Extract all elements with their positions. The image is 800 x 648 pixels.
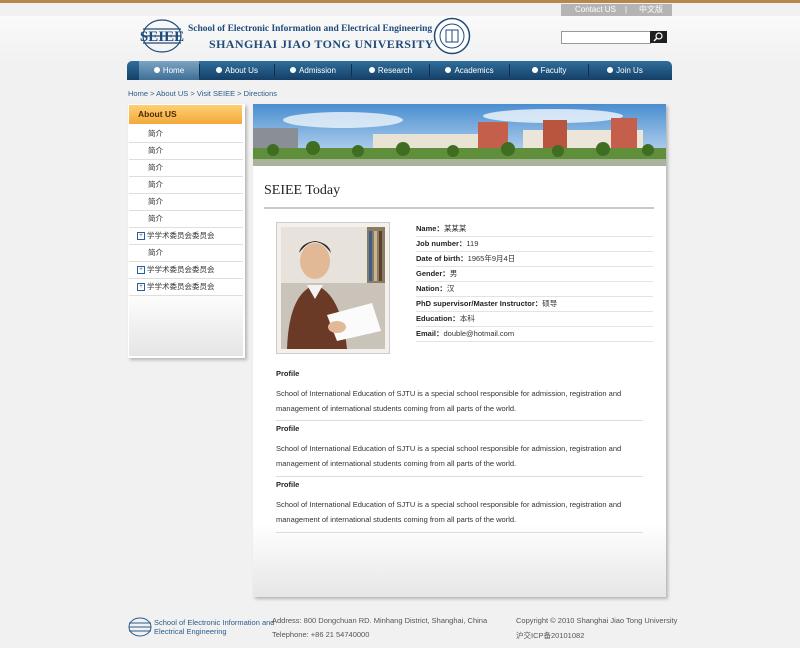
svg-text:SEIEE: SEIEE	[140, 29, 184, 45]
sidebar-item[interactable]: 简介	[129, 176, 243, 194]
search-icon	[653, 32, 663, 42]
search-input[interactable]	[561, 31, 651, 44]
footer-telephone: Telephone: +86 21 54740000	[272, 630, 370, 639]
expand-plus-icon[interactable]: +	[137, 266, 145, 274]
nav-research[interactable]: Research	[352, 61, 429, 80]
profile-text: School of International Education of SJT…	[276, 389, 622, 413]
breadcrumb: Home > About US > Visit SEIEE > Directio…	[128, 89, 277, 98]
bullet-icon	[531, 67, 538, 73]
bullet-icon	[445, 67, 452, 73]
info-row-date-of-birth: Date of birth：1965年9月4日	[416, 252, 653, 267]
language-link[interactable]: 中文版	[639, 4, 663, 16]
breadcrumb-about-us[interactable]: About US	[156, 89, 188, 98]
university-seal-icon	[433, 17, 471, 55]
profile-heading: Profile	[276, 480, 300, 489]
profile-divider	[276, 532, 643, 533]
bullet-icon	[290, 67, 297, 73]
breadcrumb-visit-seiee[interactable]: Visit SEIEE	[197, 89, 235, 98]
sidebar-title: About US	[129, 105, 242, 124]
breadcrumb-separator: >	[150, 89, 155, 98]
search-button[interactable]	[650, 31, 667, 43]
breadcrumb-separator: >	[237, 89, 242, 98]
person-portrait-icon	[281, 227, 385, 349]
footer-school-name: School of Electronic Information and Ele…	[154, 618, 275, 636]
info-row-nation: Nation：汉	[416, 282, 653, 297]
profile-divider	[276, 476, 643, 477]
footer-address: Address: 800 Dongchuan RD. Minhang Distr…	[272, 616, 488, 625]
main-content: SEIEE Today Name：某某某 Job number：119 Date…	[253, 104, 666, 597]
nav-join-us[interactable]: Join Us	[589, 61, 661, 80]
breadcrumb-home[interactable]: Home	[128, 89, 148, 98]
info-row-education: Education：本科	[416, 312, 653, 327]
expand-plus-icon[interactable]: +	[137, 283, 145, 291]
nav-home[interactable]: Home	[139, 61, 199, 80]
school-name: School of Electronic Information and Ele…	[188, 24, 433, 34]
bullet-icon	[216, 67, 223, 73]
top-accent-line	[0, 0, 800, 3]
seiee-logo-icon[interactable]: SEIEE	[140, 18, 184, 54]
sidebar-fade	[129, 290, 243, 356]
info-row-name: Name：某某某	[416, 222, 653, 237]
nav-academics[interactable]: Academics	[430, 61, 509, 80]
nav-admission[interactable]: Admission	[275, 61, 351, 80]
info-row-supervisor: PhD supervisor/Master Instructor：硕导	[416, 297, 653, 312]
profile-text: School of International Education of SJT…	[276, 444, 622, 468]
sidebar-item[interactable]: 简介	[129, 244, 243, 262]
nav-faculty[interactable]: Faculty	[510, 61, 588, 80]
main-fade	[253, 524, 666, 597]
info-row-job-number: Job number：119	[416, 237, 653, 252]
sidebar-item-expandable[interactable]: + 学学术委员会委员会	[129, 261, 243, 279]
sidebar-item[interactable]: 简介	[129, 142, 243, 160]
title-divider	[264, 207, 654, 209]
profile-photo	[276, 222, 390, 354]
campus-banner-image	[253, 104, 666, 166]
page-title: SEIEE Today	[264, 183, 341, 198]
profile-heading: Profile	[276, 369, 300, 378]
sidebar-item[interactable]: 简介	[129, 125, 243, 143]
breadcrumb-separator: >	[190, 89, 195, 98]
sidebar-item-expandable[interactable]: + 学学术委员会委员会	[129, 278, 243, 296]
sidebar-item-expandable[interactable]: + 学学术委员会委员会	[129, 227, 243, 245]
expand-plus-icon[interactable]: +	[137, 232, 145, 240]
profile-divider	[276, 420, 643, 421]
footer-copyright: Copyright © 2010 Shanghai Jiao Tong Univ…	[516, 616, 678, 625]
sidebar-item[interactable]: 简介	[129, 193, 243, 211]
sidebar: About US 简介 简介 简介 简介 简介 简介 + 学学术委员会委员会 简介…	[128, 104, 245, 358]
info-row-email: Email：double@hotmail.com	[416, 327, 653, 342]
main-navigation: Home About Us Admission Research Academi…	[127, 61, 672, 80]
footer-logo-icon	[128, 617, 152, 637]
sidebar-item[interactable]: 简介	[129, 210, 243, 228]
profile-text: School of International Education of SJT…	[276, 500, 622, 524]
bullet-icon	[607, 67, 614, 73]
contact-us-link[interactable]: Contact US	[575, 4, 616, 16]
sidebar-item[interactable]: 简介	[129, 159, 243, 177]
profile-heading: Profile	[276, 424, 300, 433]
nav-about-us[interactable]: About Us	[200, 61, 274, 80]
top-utility-bar: Contact US | 中文版	[561, 4, 672, 16]
university-name: SHANGHAI JIAO TONG UNIVERSITY	[209, 37, 434, 51]
breadcrumb-directions[interactable]: Directions	[244, 89, 277, 98]
topbar-separator: |	[625, 5, 628, 14]
bullet-icon	[368, 67, 375, 73]
footer-icp: 沪交ICP备20101082	[516, 631, 585, 640]
info-row-gender: Gender：男	[416, 267, 653, 282]
bullet-icon	[153, 67, 160, 73]
